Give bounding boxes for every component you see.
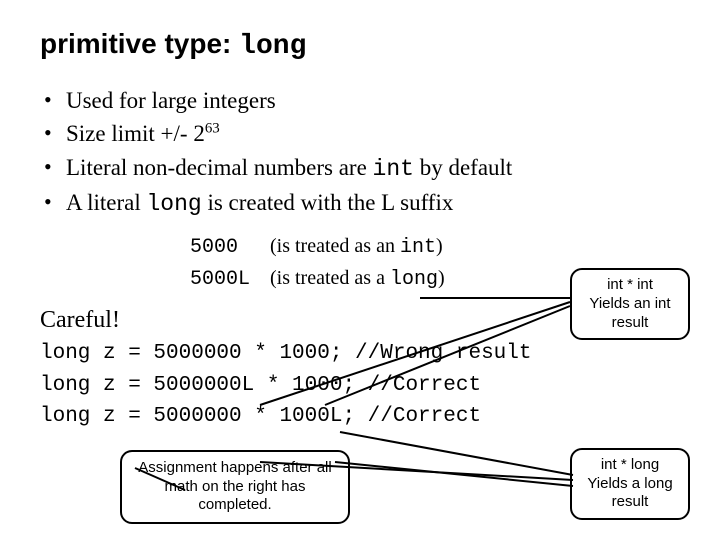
callout-int-long: int * long Yields a long result: [570, 448, 690, 520]
bullet-1: Used for large integers: [40, 84, 684, 117]
bullet-list: Used for large integers Size limit +/- 2…: [40, 84, 684, 221]
callout-int-int-l1: int * int: [582, 276, 678, 295]
example-2-code: 5000L: [190, 264, 260, 295]
slide-title: primitive type: long: [40, 28, 684, 62]
callout-int-int-l2: Yields an int: [582, 295, 678, 314]
example-row-1: 5000 (is treated as an int): [190, 231, 684, 263]
code-block: long z = 5000000 * 1000; //Wrong result …: [40, 338, 684, 433]
bullet-4: A literal long is created with the L suf…: [40, 186, 684, 221]
bullet-3-pre: Literal non-decimal numbers are: [66, 155, 373, 180]
bullet-4-code: long: [146, 191, 201, 217]
bullet-3: Literal non-decimal numbers are int by d…: [40, 151, 684, 186]
example-1-desc: (is treated as an int): [270, 231, 443, 263]
example-1-typecode: int: [400, 236, 436, 259]
callout-assignment-note: Assignment happens after all math on the…: [120, 450, 350, 524]
slide: primitive type: long Used for large inte…: [0, 0, 720, 540]
bullet-3-post: by default: [414, 155, 512, 180]
title-prefix: primitive type:: [40, 28, 239, 59]
example-1-pre: (is treated as an: [270, 235, 400, 257]
callout-int-int-l3: result: [582, 314, 678, 333]
example-2-desc: (is treated as a long): [270, 263, 445, 295]
callout-int-long-l3: result: [582, 493, 678, 512]
callout-int-int: int * int Yields an int result: [570, 268, 690, 340]
bullet-4-pre: A literal: [66, 190, 146, 215]
bullet-4-post: is created with the L suffix: [202, 190, 454, 215]
example-1-code: 5000: [190, 232, 260, 263]
example-2-typecode: long: [390, 268, 438, 291]
bullet-2: Size limit +/- 263: [40, 117, 684, 150]
bullet-2-exponent: 63: [205, 121, 220, 137]
title-typename: long: [239, 31, 306, 62]
callout-int-long-l1: int * long: [582, 456, 678, 475]
bullet-1-text: Used for large integers: [66, 88, 276, 113]
callout-assignment-l1: Assignment happens after all: [134, 459, 336, 478]
bullet-3-code: int: [373, 156, 414, 182]
bullet-2-pre: Size limit +/- 2: [66, 121, 205, 146]
example-1-post: ): [436, 235, 443, 257]
code-line-3: long z = 5000000 * 1000L; //Correct: [40, 405, 481, 428]
callout-int-long-l2: Yields a long: [582, 475, 678, 494]
example-2-pre: (is treated as a: [270, 267, 390, 289]
code-line-2: long z = 5000000L * 1000; //Correct: [40, 374, 481, 397]
callout-assignment-l2: math on the right has completed.: [134, 478, 336, 516]
code-line-1: long z = 5000000 * 1000; //Wrong result: [40, 342, 531, 365]
example-2-post: ): [438, 267, 445, 289]
